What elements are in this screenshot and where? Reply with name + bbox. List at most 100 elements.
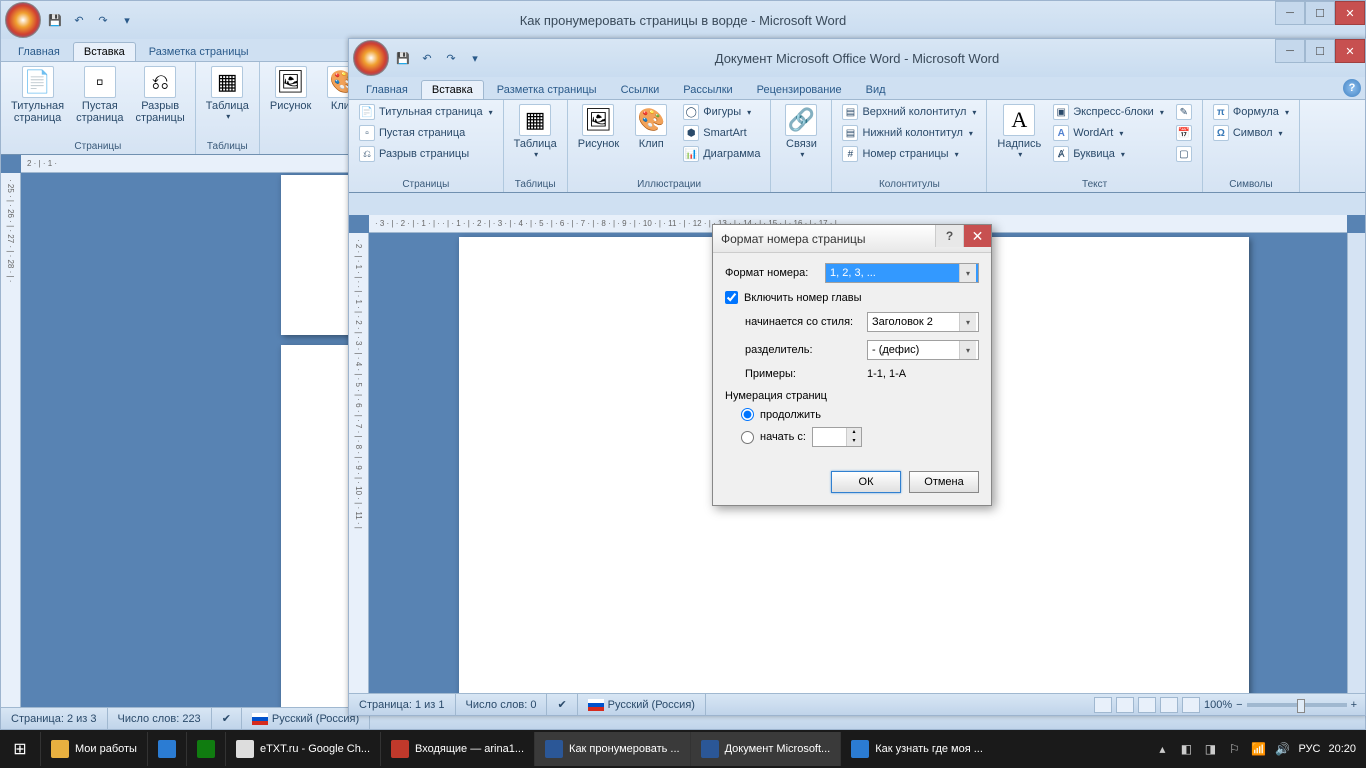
zoom-value[interactable]: 100% [1204,699,1232,711]
status-proof[interactable]: ✔ [212,708,242,729]
taskbar-item[interactable]: еTXT.ru - Google Ch... [225,732,380,766]
taskbar-item[interactable]: Мои работы [40,732,147,766]
page-break-button[interactable]: ⎌Разрыв страницы [132,64,189,126]
tray-up-icon[interactable]: ▴ [1154,741,1170,757]
zoom-in-icon[interactable]: + [1351,699,1357,711]
continue-radio[interactable] [741,408,754,421]
blank-page-button[interactable]: ▫Пустая страница [72,64,127,126]
qat-more-icon[interactable]: ▾ [117,10,137,30]
tab-references[interactable]: Ссылки [610,80,671,99]
tray-app-icon[interactable]: ◨ [1202,741,1218,757]
undo-icon[interactable]: ↶ [69,10,89,30]
smartart-button[interactable]: ⬢SmartArt [679,123,764,143]
cover-page-button[interactable]: 📄Титульная страница [7,64,68,126]
tray-app-icon[interactable]: ◧ [1178,741,1194,757]
clip-button[interactable]: 🎨Клип [627,102,675,152]
header-button[interactable]: ▤Верхний колонтитул [838,102,980,122]
start-at-radio[interactable] [741,431,754,444]
network-icon[interactable]: 📶 [1250,741,1266,757]
page-break-button[interactable]: ⎌Разрыв страницы [355,144,497,164]
table-button[interactable]: ▦Таблица [510,102,561,161]
wordart-button[interactable]: AWordArt [1049,123,1168,143]
quickparts-button[interactable]: ▣Экспресс-блоки [1049,102,1168,122]
signature-button[interactable]: ✎ [1172,102,1196,122]
flag-icon[interactable]: ⚐ [1226,741,1242,757]
cover-page-button[interactable]: 📄Титульная страница [355,102,497,122]
object-button[interactable]: ▢ [1172,144,1196,164]
picture-button[interactable]: 🖼Рисунок [574,102,624,152]
tab-home[interactable]: Главная [7,42,71,61]
page-number-button[interactable]: #Номер страницы [838,144,980,164]
picture-button[interactable]: 🖼Рисунок [266,64,316,114]
taskbar-item[interactable] [186,732,225,766]
tray-lang[interactable]: РУС [1298,743,1320,755]
textbox-button[interactable]: AНадпись [993,102,1045,161]
tab-mailings[interactable]: Рассылки [672,80,743,99]
qat-more-icon[interactable]: ▾ [465,48,485,68]
ruler-vertical[interactable]: · 25 · | · 26 · | · 27 · | · 28 · | · [1,173,21,707]
separator-combo[interactable]: - (дефис) [867,340,979,360]
close-button[interactable]: ✕ [1335,39,1365,63]
view-fullscreen-icon[interactable] [1116,697,1134,713]
redo-icon[interactable]: ↷ [441,48,461,68]
tab-insert[interactable]: Вставка [73,42,136,61]
links-button[interactable]: 🔗Связи [777,102,825,161]
view-print-layout-icon[interactable] [1094,697,1112,713]
footer-button[interactable]: ▤Нижний колонтитул [838,123,980,143]
status-lang[interactable]: Русский (Россия) [578,694,706,715]
shapes-button[interactable]: ◯Фигуры [679,102,764,122]
tab-view[interactable]: Вид [855,80,897,99]
save-icon[interactable]: 💾 [393,48,413,68]
equation-button[interactable]: πФормула [1209,102,1293,122]
tab-home[interactable]: Главная [355,80,419,99]
maximize-button[interactable]: ☐ [1305,1,1335,25]
taskbar-item[interactable]: Как пронумеровать ... [534,732,690,766]
datetime-button[interactable]: 📅 [1172,123,1196,143]
include-chapter-checkbox[interactable] [725,291,738,304]
save-icon[interactable]: 💾 [45,10,65,30]
status-words[interactable]: Число слов: 0 [456,694,548,715]
chart-button[interactable]: 📊Диаграмма [679,144,764,164]
tab-layout[interactable]: Разметка страницы [138,42,260,61]
tray-time[interactable]: 20:20 [1328,743,1356,755]
dialog-close-icon[interactable]: ✕ [963,225,991,247]
office-button-icon[interactable] [5,2,41,38]
zoom-out-icon[interactable]: − [1236,699,1242,711]
status-words[interactable]: Число слов: 223 [108,708,212,729]
dialog-help-icon[interactable]: ? [935,225,963,247]
taskbar-item[interactable] [147,732,186,766]
cancel-button[interactable]: Отмена [909,471,979,493]
scrollbar-vertical[interactable] [1347,233,1365,693]
dropcap-button[interactable]: ȺБуквица [1049,144,1168,164]
minimize-button[interactable]: ─ [1275,39,1305,63]
tab-review[interactable]: Рецензирование [746,80,853,99]
close-button[interactable]: ✕ [1335,1,1365,25]
starts-style-combo[interactable]: Заголовок 2 [867,312,979,332]
maximize-button[interactable]: ☐ [1305,39,1335,63]
start-button[interactable]: ⊞ [0,730,40,768]
status-proof[interactable]: ✔ [547,694,577,715]
tab-layout[interactable]: Разметка страницы [486,80,608,99]
start-at-spinner[interactable] [812,427,862,447]
taskbar-item[interactable]: Входящие — arina1... [380,732,534,766]
status-page[interactable]: Страница: 2 из 3 [1,708,108,729]
ruler-vertical[interactable]: · 2 · | · 1 · | · · | · 1 · | · 2 · | · … [349,233,369,693]
zoom-slider[interactable] [1247,703,1347,707]
office-button-icon[interactable] [353,40,389,76]
view-web-icon[interactable] [1138,697,1156,713]
symbol-button[interactable]: ΩСимвол [1209,123,1293,143]
taskbar-item[interactable]: Документ Microsoft... [690,732,841,766]
taskbar-item[interactable]: Как узнать где моя ... [840,732,993,766]
view-draft-icon[interactable] [1182,697,1200,713]
tab-insert[interactable]: Вставка [421,80,484,99]
volume-icon[interactable]: 🔊 [1274,741,1290,757]
table-button[interactable]: ▦Таблица [202,64,253,123]
undo-icon[interactable]: ↶ [417,48,437,68]
ok-button[interactable]: ОК [831,471,901,493]
format-combo[interactable]: 1, 2, 3, ... [825,263,979,283]
view-outline-icon[interactable] [1160,697,1178,713]
minimize-button[interactable]: ─ [1275,1,1305,25]
help-icon[interactable]: ? [1343,79,1361,97]
status-page[interactable]: Страница: 1 из 1 [349,694,456,715]
redo-icon[interactable]: ↷ [93,10,113,30]
